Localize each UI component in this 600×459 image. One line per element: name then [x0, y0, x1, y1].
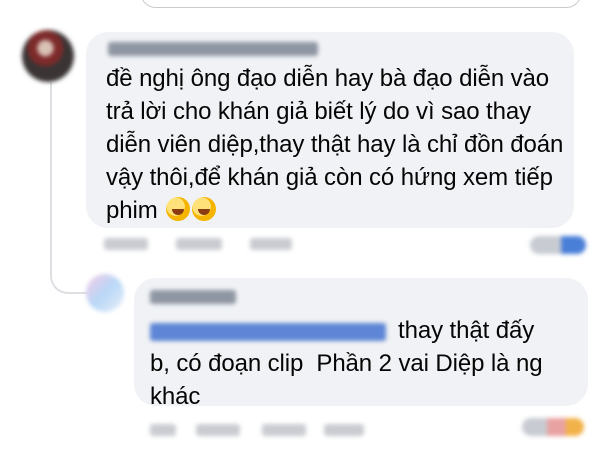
- reply-line: b, có đoạn clip Phần 2 vai Diệp là ng: [150, 350, 543, 377]
- commenter-avatar[interactable]: [22, 30, 74, 82]
- replier-name[interactable]: [150, 290, 236, 304]
- like-button[interactable]: [176, 238, 222, 250]
- comment-line: diễn viên diệp,thay thật hay là chỉ đồn …: [106, 131, 564, 158]
- comment-line: vậy thôi,để khán giả còn có hứng xem tiế…: [106, 164, 553, 191]
- comment-line: đề nghị ông đạo diễn hay bà đạo diễn vào: [106, 65, 550, 92]
- reply-time[interactable]: [150, 424, 176, 436]
- reply-button[interactable]: [250, 238, 292, 250]
- reply-like-button[interactable]: [196, 424, 240, 436]
- comment-text: đề nghị ông đạo diễn hay bà đạo diễn vào…: [106, 62, 563, 227]
- comment-line: phim: [106, 197, 158, 224]
- rolling-laughing-icon: [166, 197, 191, 221]
- commenter-name[interactable]: [108, 42, 318, 56]
- reply-more-button[interactable]: [324, 424, 364, 436]
- comment-line: trả lời cho khán giả biết lý do vì sao t…: [106, 98, 532, 125]
- reply-line: thay thật đấy: [398, 317, 535, 344]
- comment-input[interactable]: [140, 0, 582, 8]
- reply-reaction-count[interactable]: [522, 418, 584, 436]
- reaction-count[interactable]: [530, 236, 586, 254]
- reply-text: thay thật đấy b, có đoạn clip Phần 2 vai…: [150, 314, 543, 413]
- rolling-laughing-icon: [192, 197, 217, 221]
- reply-reply-button[interactable]: [262, 424, 306, 436]
- reply-line: khác: [150, 383, 201, 410]
- replier-avatar[interactable]: [86, 274, 124, 312]
- comment-time[interactable]: [104, 238, 148, 250]
- reply-thread-line: [50, 82, 88, 294]
- mentioned-user[interactable]: [150, 322, 386, 341]
